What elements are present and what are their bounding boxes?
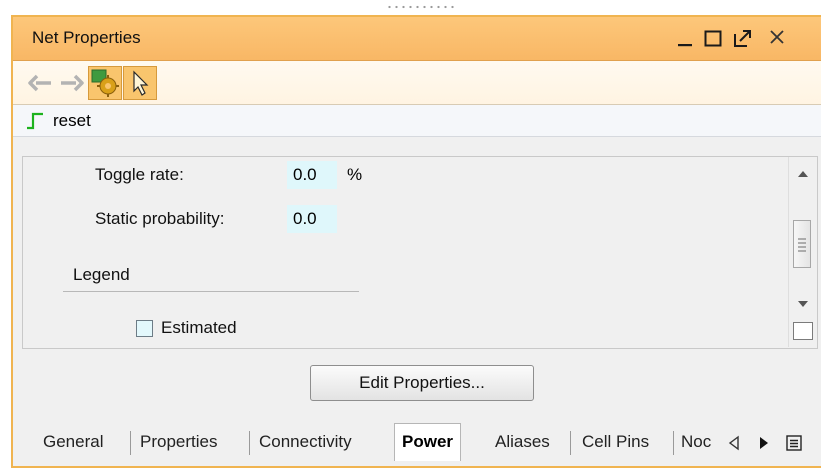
tab-connectivity[interactable]: Connectivity [259, 429, 352, 457]
power-properties-view: Toggle rate: 0.0 % Static probability: 0… [22, 156, 818, 349]
estimated-swatch [136, 320, 153, 337]
scroll-up-icon[interactable] [796, 165, 810, 185]
edit-properties-button[interactable]: Edit Properties... [310, 365, 534, 401]
tab-separator [570, 431, 571, 455]
arrow-right-icon[interactable] [56, 67, 88, 99]
panel-drag-grip[interactable] [386, 4, 458, 10]
auto-update-icon [91, 69, 119, 97]
scrollbar-thumb[interactable] [793, 220, 811, 268]
properties-tab-strip: General Properties Connectivity Power Al… [13, 419, 821, 463]
vertical-scrollbar[interactable] [788, 157, 817, 347]
panel-titlebar: Net Properties [13, 17, 821, 61]
tab-aliases[interactable]: Aliases [495, 429, 550, 457]
tab-separator [673, 431, 674, 455]
minimize-icon[interactable] [673, 25, 699, 51]
tab-properties[interactable]: Properties [140, 429, 217, 457]
select-pointer-icon [133, 70, 149, 96]
tab-scroll-left-icon[interactable] [727, 435, 741, 456]
static-probability-label: Static probability: [95, 209, 225, 228]
auto-update-toggle[interactable] [88, 66, 122, 100]
select-pointer-toggle[interactable] [123, 66, 157, 100]
tab-separator [130, 431, 131, 455]
net-name: reset [53, 111, 91, 130]
tab-list-menu-icon[interactable] [785, 434, 803, 457]
tab-general[interactable]: General [43, 429, 103, 457]
tab-scroll-right-icon[interactable] [757, 435, 771, 456]
legend-divider [63, 291, 359, 292]
panel-title: Net Properties [32, 28, 141, 47]
tab-noc[interactable]: Noc [681, 429, 717, 457]
toggle-rate-label: Toggle rate: [95, 165, 184, 184]
net-step-icon [25, 111, 45, 131]
net-properties-panel: Net Properties reset Toggle rate: 0.0 % … [11, 15, 821, 468]
arrow-left-icon[interactable] [24, 67, 56, 99]
maximize-icon[interactable] [701, 25, 727, 51]
scroll-corner-icon[interactable] [793, 322, 813, 340]
tab-cell-pins[interactable]: Cell Pins [582, 429, 649, 457]
tab-power[interactable]: Power [394, 423, 462, 461]
tab-separator [249, 431, 250, 455]
float-window-icon[interactable] [731, 25, 757, 51]
toggle-rate-value: 0.0 [287, 161, 337, 189]
toggle-rate-unit: % [347, 165, 363, 184]
static-probability-value: 0.0 [287, 205, 337, 233]
legend-estimated-label: Estimated [161, 318, 237, 337]
close-icon[interactable] [765, 25, 791, 51]
scroll-down-icon[interactable] [796, 295, 810, 315]
panel-toolbar [13, 61, 821, 105]
selected-net-row: reset [13, 105, 821, 137]
legend-title: Legend [73, 265, 130, 284]
